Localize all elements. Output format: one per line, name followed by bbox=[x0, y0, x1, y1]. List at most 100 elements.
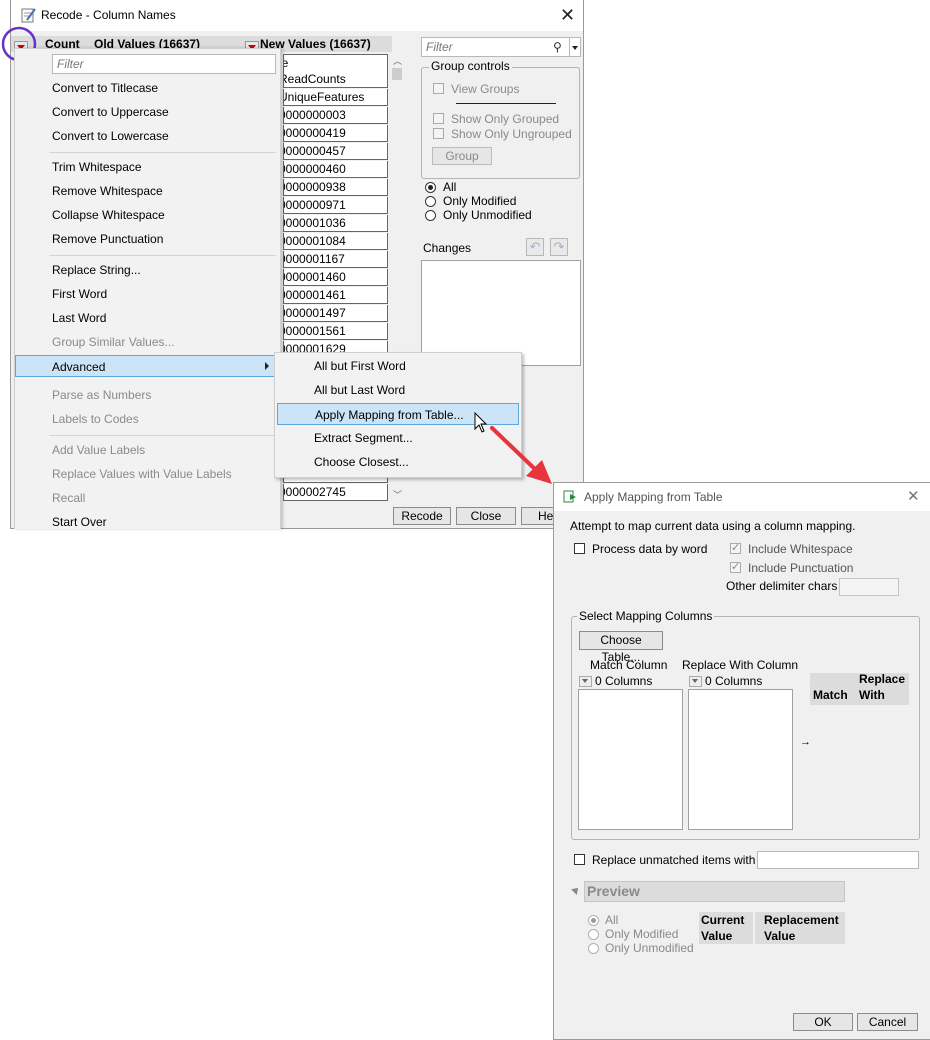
process-by-word-checkbox[interactable] bbox=[574, 543, 585, 554]
include-punctuation-checkbox[interactable] bbox=[730, 560, 741, 573]
menu-item-uppercase[interactable]: Convert to Uppercase bbox=[15, 101, 280, 123]
recode-window-title: Recode - Column Names bbox=[41, 8, 176, 22]
new-value-cell[interactable]: 0000000460 bbox=[283, 161, 388, 178]
other-delimiter-input[interactable] bbox=[839, 578, 899, 596]
preview-radio-only-unmodified[interactable] bbox=[588, 943, 599, 954]
new-value-cell[interactable]: 0000000003 bbox=[283, 107, 388, 124]
menu-item-replace-with-value-labels[interactable]: Replace Values with Value Labels bbox=[15, 463, 280, 485]
radio-all[interactable] bbox=[425, 182, 436, 193]
new-value-cell[interactable]: 0000000938 bbox=[283, 179, 388, 196]
new-value-cell[interactable]: 0000000457 bbox=[283, 143, 388, 160]
new-value-cell[interactable]: le bbox=[283, 54, 388, 72]
collapse-triangle-icon[interactable] bbox=[571, 885, 581, 895]
close-button[interactable]: Close bbox=[456, 507, 516, 525]
show-only-ungrouped-checkbox[interactable] bbox=[433, 128, 444, 139]
cancel-button[interactable]: Cancel bbox=[857, 1013, 918, 1031]
menu-item-remove-whitespace[interactable]: Remove Whitespace bbox=[15, 180, 280, 202]
menu-item-collapse-whitespace[interactable]: Collapse Whitespace bbox=[15, 204, 280, 226]
menu-filter-placeholder: Filter bbox=[57, 57, 84, 71]
new-value-cell[interactable]: 0000001461 bbox=[283, 287, 388, 304]
preview-radio-only-modified[interactable] bbox=[588, 929, 599, 940]
new-value-cell[interactable]: 0000001460 bbox=[283, 269, 388, 286]
menu-item-remove-punctuation[interactable]: Remove Punctuation bbox=[15, 228, 280, 250]
menu-item-recall[interactable]: Recall bbox=[15, 487, 280, 509]
search-icon: ⚲ bbox=[553, 40, 562, 54]
menu-item-label: Add Value Labels bbox=[52, 443, 146, 457]
group-button[interactable]: Group bbox=[432, 147, 492, 165]
preview-radio-all-label: All bbox=[605, 913, 619, 927]
menu-item-last-word[interactable]: Last Word bbox=[15, 307, 280, 329]
select-mapping-legend: Select Mapping Columns bbox=[577, 609, 715, 623]
new-value-cell[interactable]: 0000001036 bbox=[283, 215, 388, 232]
scroll-down-icon[interactable]: ﹀ bbox=[393, 488, 402, 501]
new-value-cell[interactable]: 0000000419 bbox=[283, 125, 388, 142]
undo-icon[interactable]: ↶ bbox=[526, 238, 544, 256]
menu-item-advanced[interactable]: Advanced bbox=[15, 355, 277, 377]
replacement-header-line2: Value bbox=[764, 929, 796, 943]
replace-unmatched-checkbox[interactable] bbox=[574, 854, 585, 865]
replace-unmatched-label: Replace unmatched items with bbox=[592, 853, 756, 867]
menu-item-label: Trim Whitespace bbox=[52, 160, 142, 174]
include-whitespace-checkbox[interactable] bbox=[730, 541, 741, 554]
radio-only-unmodified[interactable] bbox=[425, 210, 436, 221]
recode-context-menu: Filter Convert to Titlecase Convert to U… bbox=[14, 48, 281, 529]
menu-filter-input[interactable]: Filter bbox=[52, 54, 276, 74]
menu-item-replace-string[interactable]: Replace String... bbox=[15, 259, 280, 281]
apply-mapping-dialog: Apply Mapping from Table ✕ Attempt to ma… bbox=[553, 482, 930, 1040]
menu-item-titlecase[interactable]: Convert to Titlecase bbox=[15, 77, 280, 99]
menu-item-add-value-labels[interactable]: Add Value Labels bbox=[15, 439, 280, 461]
menu-item-label: Convert to Titlecase bbox=[52, 81, 159, 95]
new-value-cell[interactable]: 0000001084 bbox=[283, 233, 388, 250]
scroll-up-icon[interactable]: ︿ bbox=[393, 54, 402, 67]
menu-item-label: Replace Values with Value Labels bbox=[52, 467, 232, 481]
changes-list[interactable] bbox=[421, 260, 581, 366]
menu-item-parse-numbers[interactable]: Parse as Numbers bbox=[15, 384, 280, 406]
replace-column-list[interactable] bbox=[688, 689, 793, 830]
menu-item-label: Recall bbox=[52, 491, 86, 505]
recode-button[interactable]: Recode bbox=[393, 507, 451, 525]
new-value-cell[interactable]: 0000001497 bbox=[283, 305, 388, 322]
menu-item-labels-to-codes[interactable]: Labels to Codes bbox=[15, 408, 280, 430]
close-icon[interactable]: ✕ bbox=[907, 488, 920, 506]
menu-item-first-word[interactable]: First Word bbox=[15, 283, 280, 305]
mapping-dialog-title: Apply Mapping from Table bbox=[584, 490, 723, 504]
radio-only-modified[interactable] bbox=[425, 196, 436, 207]
new-value-cell[interactable]: 0000001167 bbox=[283, 251, 388, 268]
scrollbar-thumb[interactable] bbox=[392, 68, 402, 80]
replace-columns-menu-icon[interactable] bbox=[689, 676, 702, 688]
view-groups-checkbox[interactable] bbox=[433, 83, 444, 94]
show-only-grouped-label: Show Only Grouped bbox=[451, 112, 560, 126]
menu-item-start-over[interactable]: Start Over bbox=[15, 511, 280, 533]
menu-item-group-similar[interactable]: Group Similar Values... bbox=[15, 331, 280, 353]
match-column-list[interactable] bbox=[578, 689, 683, 830]
submenu-item-all-but-first[interactable]: All but First Word bbox=[275, 355, 521, 377]
new-value-cell[interactable]: UniqueFeatures bbox=[283, 89, 388, 106]
preview-title: Preview bbox=[587, 883, 640, 899]
new-value-cell[interactable]: 0000001561 bbox=[283, 323, 388, 340]
match-columns-menu-icon[interactable] bbox=[579, 676, 592, 688]
filter-dropdown-button[interactable] bbox=[569, 37, 581, 57]
new-value-cell[interactable]: 0000002745 bbox=[283, 484, 388, 501]
close-icon[interactable]: ✕ bbox=[560, 6, 575, 24]
replace-with-column-label: Replace With Column bbox=[682, 658, 799, 672]
submenu-item-label: Extract Segment... bbox=[314, 431, 413, 445]
values-filter-input[interactable]: Filter ⚲ bbox=[421, 37, 571, 57]
menu-separator bbox=[49, 255, 276, 256]
menu-item-label: Parse as Numbers bbox=[52, 388, 152, 402]
submenu-item-all-but-last[interactable]: All but Last Word bbox=[275, 379, 521, 401]
preview-table-header: Current Value Replacement Value bbox=[699, 912, 845, 944]
show-only-grouped-checkbox[interactable] bbox=[433, 113, 444, 124]
menu-item-trim-whitespace[interactable]: Trim Whitespace bbox=[15, 156, 280, 178]
new-value-cell[interactable]: 0000000971 bbox=[283, 197, 388, 214]
choose-table-button[interactable]: Choose Table... bbox=[579, 631, 663, 664]
submenu-item-label: Choose Closest... bbox=[314, 455, 409, 469]
ok-button[interactable]: OK bbox=[793, 1013, 853, 1031]
preview-header-bar[interactable]: Preview bbox=[584, 881, 845, 902]
show-only-ungrouped-label: Show Only Ungrouped bbox=[451, 127, 572, 141]
new-value-cell[interactable]: ReadCounts bbox=[283, 71, 388, 88]
redo-icon[interactable]: ↷ bbox=[550, 238, 568, 256]
preview-radio-all[interactable] bbox=[588, 915, 599, 926]
menu-item-lowercase[interactable]: Convert to Lowercase bbox=[15, 125, 280, 147]
replace-unmatched-input[interactable] bbox=[757, 851, 919, 869]
column-divider bbox=[753, 912, 755, 944]
